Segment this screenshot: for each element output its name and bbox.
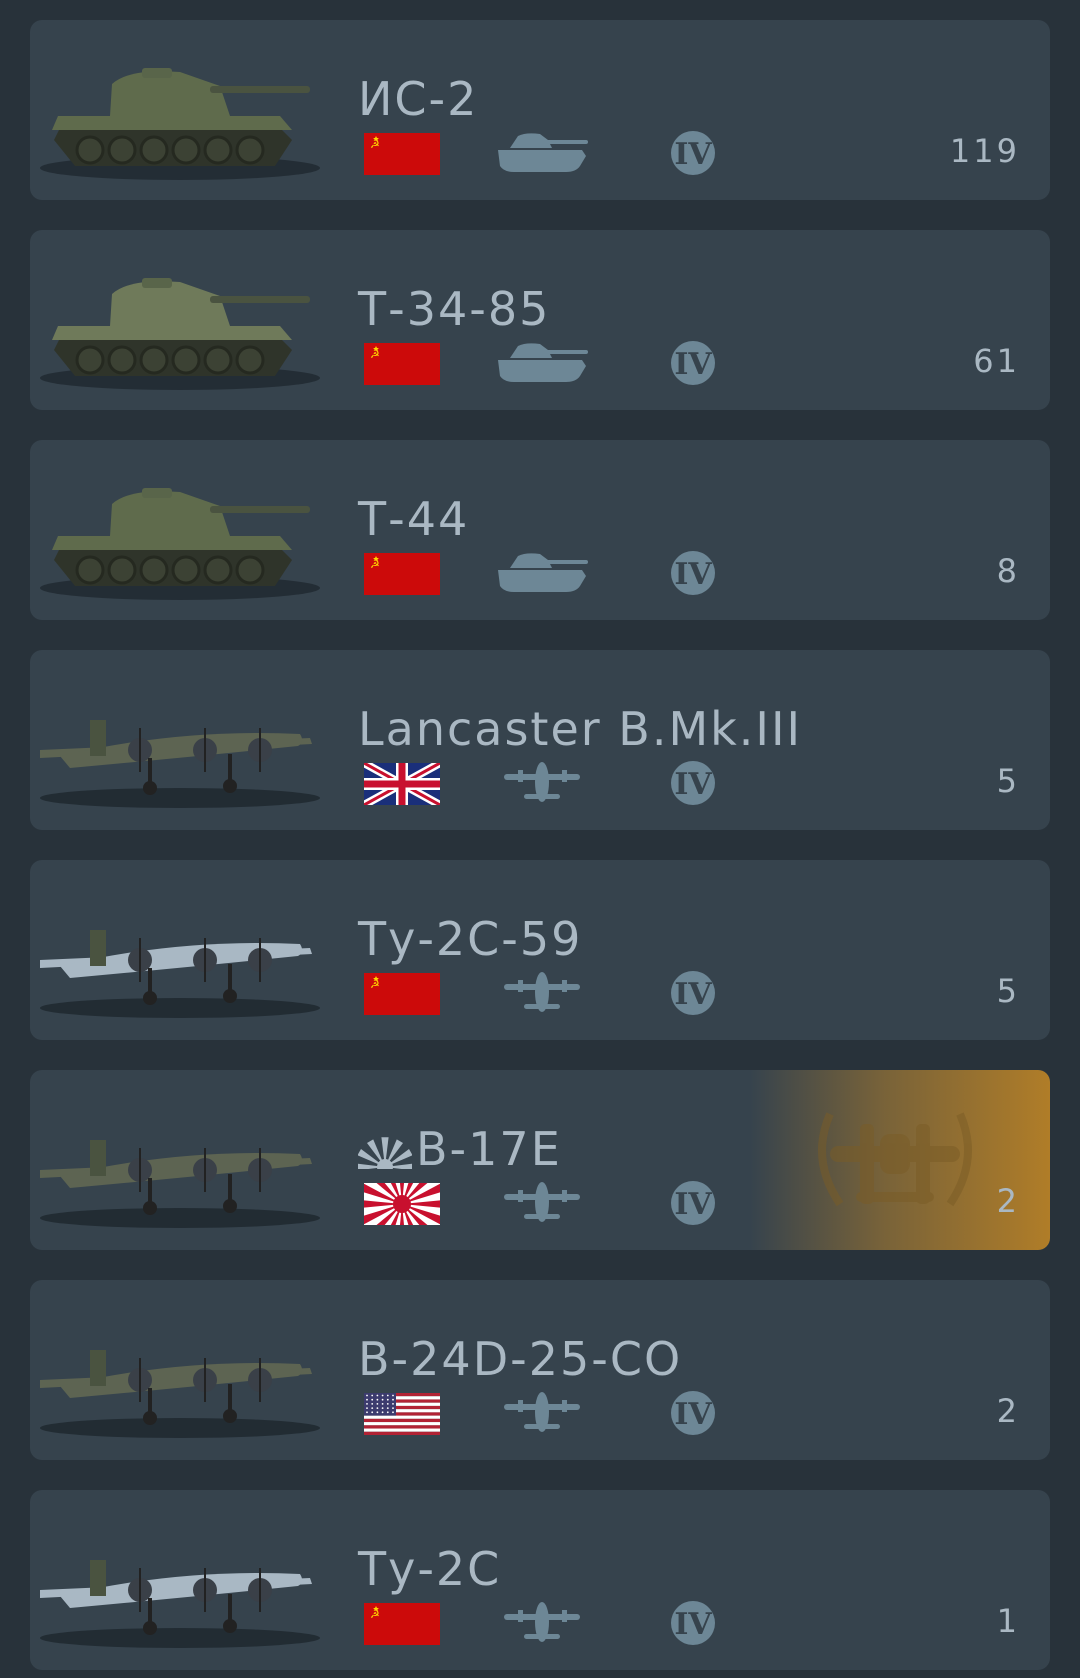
vehicle-name-text: Ту-2С-59 bbox=[358, 912, 583, 966]
vehicle-count: 2 bbox=[996, 1392, 1020, 1430]
rank-icon: IV bbox=[670, 1600, 716, 1646]
premium-emblem-icon bbox=[800, 1094, 990, 1226]
vehicle-name-text: Т-34-85 bbox=[358, 282, 551, 336]
vehicle-card[interactable]: Lancaster B.Mk.III IV 5 bbox=[30, 650, 1050, 830]
vehicle-count: 119 bbox=[949, 132, 1020, 170]
aircraft-image bbox=[30, 1498, 320, 1662]
bomber-type-icon bbox=[496, 1600, 590, 1644]
tank-image bbox=[30, 448, 320, 612]
rank-icon: IV bbox=[670, 550, 716, 596]
aircraft-image bbox=[30, 1078, 320, 1242]
svg-text:IV: IV bbox=[674, 1397, 712, 1432]
vehicle-name: Т-44 bbox=[358, 492, 469, 546]
tank-image bbox=[30, 28, 320, 192]
vehicle-name: B-24D-25-CO bbox=[358, 1332, 682, 1386]
ussr-flag-icon: ☭ bbox=[364, 133, 440, 175]
tank-image bbox=[30, 238, 320, 402]
aircraft-image bbox=[30, 1288, 320, 1452]
rank-icon: IV bbox=[670, 1180, 716, 1226]
ussr-flag-icon: ☭ bbox=[364, 973, 440, 1015]
vehicle-list: ИС-2 ☭ IV 119 Т-34-85 ☭ IV 61 Т-44 ☭ IV … bbox=[0, 0, 1080, 1678]
rank-icon: IV bbox=[670, 760, 716, 806]
vehicle-name: Т-34-85 bbox=[358, 282, 550, 336]
svg-text:IV: IV bbox=[674, 347, 712, 382]
vehicle-name: ИС-2 bbox=[358, 72, 478, 126]
bomber-type-icon bbox=[496, 1390, 590, 1434]
tank-type-icon bbox=[496, 550, 590, 594]
vehicle-card[interactable]: B-24D-25-CO IV 2 bbox=[30, 1280, 1050, 1460]
aircraft-image bbox=[30, 658, 320, 822]
vehicle-card[interactable]: Т-34-85 ☭ IV 61 bbox=[30, 230, 1050, 410]
vehicle-name-text: Lancaster B.Mk.III bbox=[358, 702, 803, 756]
aircraft-image bbox=[30, 868, 320, 1032]
rank-icon: IV bbox=[670, 1390, 716, 1436]
vehicle-card[interactable]: Ту-2С ☭ IV 1 bbox=[30, 1490, 1050, 1670]
usa-flag-icon bbox=[364, 1393, 440, 1435]
uk-flag-icon bbox=[362, 759, 442, 809]
svg-text:IV: IV bbox=[674, 137, 712, 172]
ussr-flag-icon: ☭ bbox=[364, 553, 440, 595]
vehicle-count: 1 bbox=[996, 1602, 1020, 1640]
vehicle-count: 61 bbox=[973, 342, 1020, 380]
vehicle-count: 8 bbox=[996, 552, 1020, 590]
vehicle-name-text: B-17E bbox=[416, 1122, 562, 1176]
vehicle-name: Ту-2С-59 bbox=[358, 912, 582, 966]
svg-text:IV: IV bbox=[674, 557, 712, 592]
vehicle-name-text: ИС-2 bbox=[358, 72, 479, 126]
ussr-flag-icon: ☭ bbox=[364, 1603, 440, 1645]
vehicle-card[interactable]: Ту-2С-59 ☭ IV 5 bbox=[30, 860, 1050, 1040]
rank-icon: IV bbox=[670, 970, 716, 1016]
vehicle-card[interactable]: B-17E IV 2 bbox=[30, 1070, 1050, 1250]
bomber-type-icon bbox=[496, 760, 590, 804]
vehicle-count: 5 bbox=[996, 972, 1020, 1010]
svg-text:IV: IV bbox=[674, 1607, 712, 1642]
vehicle-count: 5 bbox=[996, 762, 1020, 800]
vehicle-name-text: Ту-2С bbox=[358, 1542, 502, 1596]
vehicle-name: Lancaster B.Mk.III bbox=[358, 702, 802, 756]
vehicle-name: Ту-2С bbox=[358, 1542, 501, 1596]
japan-flag-prefix-icon bbox=[358, 1137, 412, 1169]
vehicle-count: 2 bbox=[996, 1182, 1020, 1220]
vehicle-card[interactable]: ИС-2 ☭ IV 119 bbox=[30, 20, 1050, 200]
tank-type-icon bbox=[496, 130, 590, 174]
bomber-type-icon bbox=[496, 1180, 590, 1224]
tank-type-icon bbox=[496, 340, 590, 384]
svg-text:IV: IV bbox=[674, 1187, 712, 1222]
vehicle-name-text: Т-44 bbox=[358, 492, 470, 546]
svg-text:IV: IV bbox=[674, 767, 712, 802]
rank-icon: IV bbox=[670, 130, 716, 176]
vehicle-name: B-17E bbox=[358, 1122, 562, 1176]
vehicle-card[interactable]: Т-44 ☭ IV 8 bbox=[30, 440, 1050, 620]
japan-flag-icon bbox=[342, 1144, 462, 1250]
svg-text:IV: IV bbox=[674, 977, 712, 1012]
ussr-flag-icon: ☭ bbox=[364, 343, 440, 385]
vehicle-name-text: B-24D-25-CO bbox=[358, 1332, 683, 1386]
bomber-type-icon bbox=[496, 970, 590, 1014]
rank-icon: IV bbox=[670, 340, 716, 386]
